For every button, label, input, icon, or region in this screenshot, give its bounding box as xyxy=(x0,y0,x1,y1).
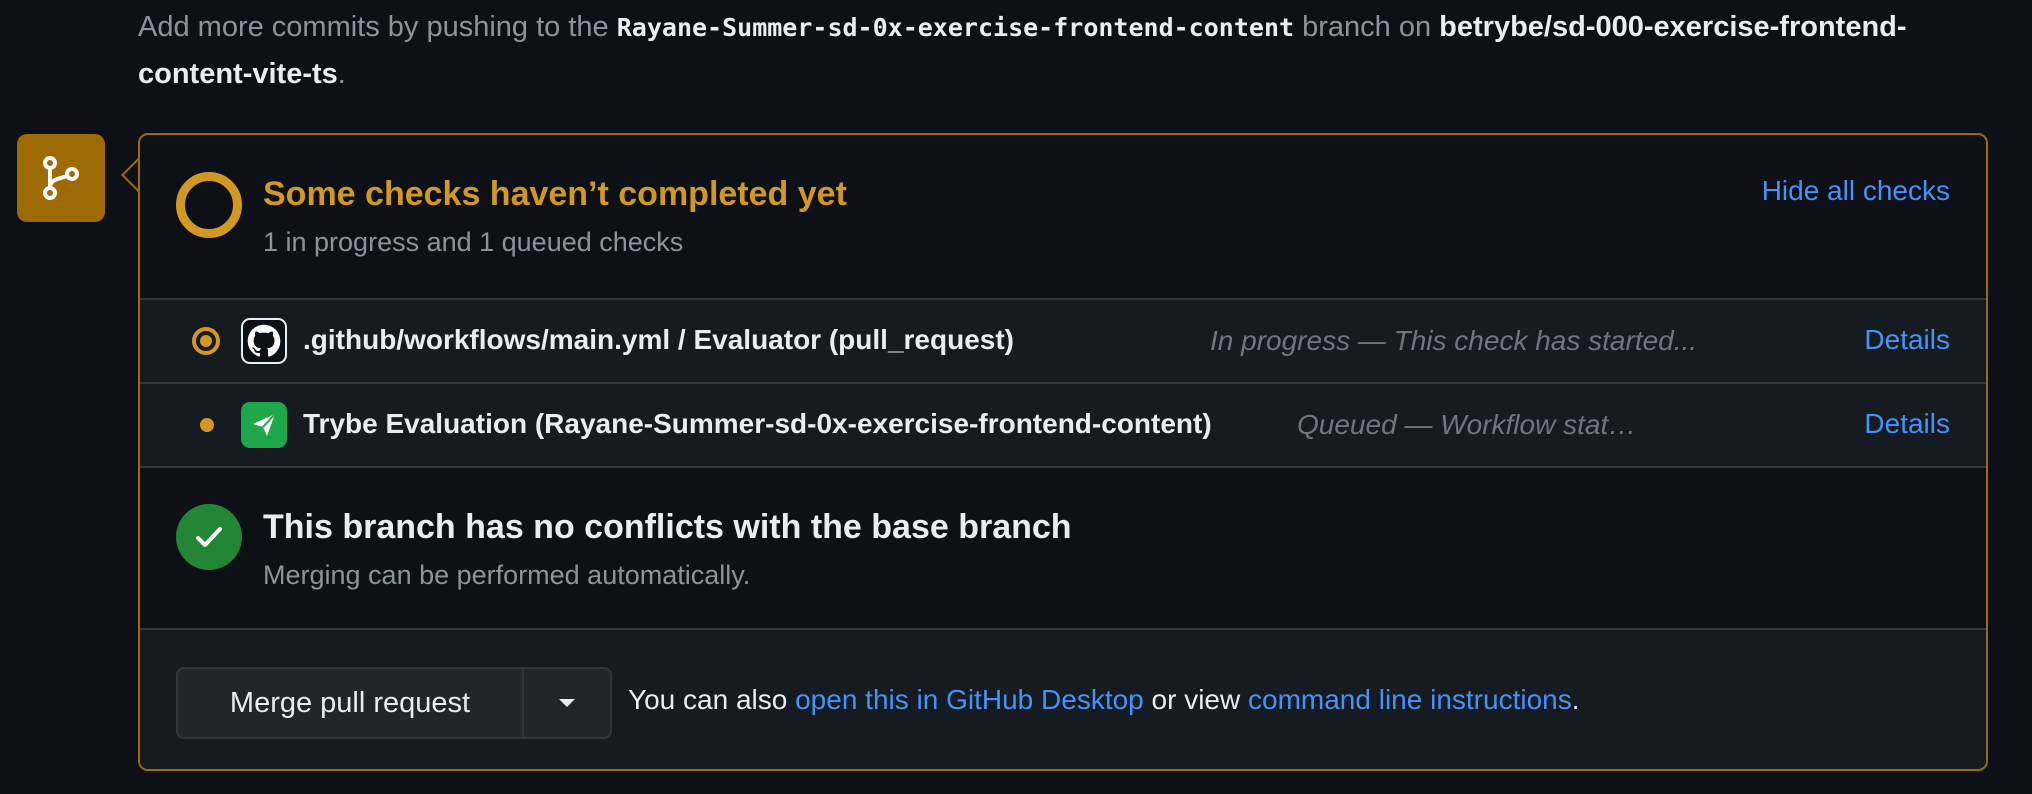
intro-prefix: Add more commits by pushing to the xyxy=(138,11,609,43)
github-desktop-link[interactable]: open this in GitHub Desktop xyxy=(795,684,1144,715)
merge-section: Merge pull request You can also open thi… xyxy=(140,630,1986,769)
check-description: In progress — This check has started... xyxy=(1210,325,1698,356)
check-icon xyxy=(176,504,242,570)
intro-suffix: . xyxy=(337,58,346,90)
queued-icon xyxy=(200,418,214,432)
github-icon xyxy=(241,318,287,364)
details-link[interactable]: Details xyxy=(1864,324,1950,356)
merge-options-dropdown[interactable] xyxy=(524,669,610,737)
caret-down-icon xyxy=(559,699,575,707)
merge-button-group: Merge pull request xyxy=(176,667,612,739)
merge-alternatives: You can also open this in GitHub Desktop… xyxy=(628,684,1580,716)
merge-pull-request-button[interactable]: Merge pull request xyxy=(178,669,524,737)
details-link[interactable]: Details xyxy=(1864,408,1950,440)
trybe-icon xyxy=(241,402,287,448)
merge-text-middle: or view xyxy=(1151,684,1241,715)
checks-title: Some checks haven’t completed yet xyxy=(263,175,847,213)
git-branch-icon xyxy=(17,134,105,222)
branch-name: Rayane-Summer-sd-0x-exercise-frontend-co… xyxy=(616,13,1295,42)
check-name: .github/workflows/main.yml / Evaluator (… xyxy=(303,324,1014,355)
check-item: .github/workflows/main.yml / Evaluator (… xyxy=(140,300,1986,384)
push-instructions: Add more commits by pushing to the Rayan… xyxy=(138,4,2018,97)
hide-all-checks-link[interactable]: Hide all checks xyxy=(1762,175,1950,207)
conflict-status: This branch has no conflicts with the ba… xyxy=(140,468,1986,630)
intro-middle: branch on xyxy=(1302,11,1432,43)
conflict-title: This branch has no conflicts with the ba… xyxy=(263,508,1072,546)
merge-text-prefix: You can also xyxy=(628,684,788,715)
check-name: Trybe Evaluation (Rayane-Summer-sd-0x-ex… xyxy=(303,408,1212,439)
checks-subtitle: 1 in progress and 1 queued checks xyxy=(263,227,684,257)
check-description: Queued — Workflow stat… xyxy=(1297,409,1637,440)
merge-text-suffix: . xyxy=(1571,684,1580,715)
merge-status-panel: Some checks haven’t completed yet 1 in p… xyxy=(138,133,1988,771)
check-item: Trybe Evaluation (Rayane-Summer-sd-0x-ex… xyxy=(140,384,1986,468)
pending-status-icon xyxy=(176,172,242,238)
in-progress-icon xyxy=(192,327,220,355)
checks-header: Some checks haven’t completed yet 1 in p… xyxy=(140,135,1986,300)
command-line-instructions-link[interactable]: command line instructions xyxy=(1248,684,1572,715)
conflict-subtitle: Merging can be performed automatically. xyxy=(263,560,751,590)
